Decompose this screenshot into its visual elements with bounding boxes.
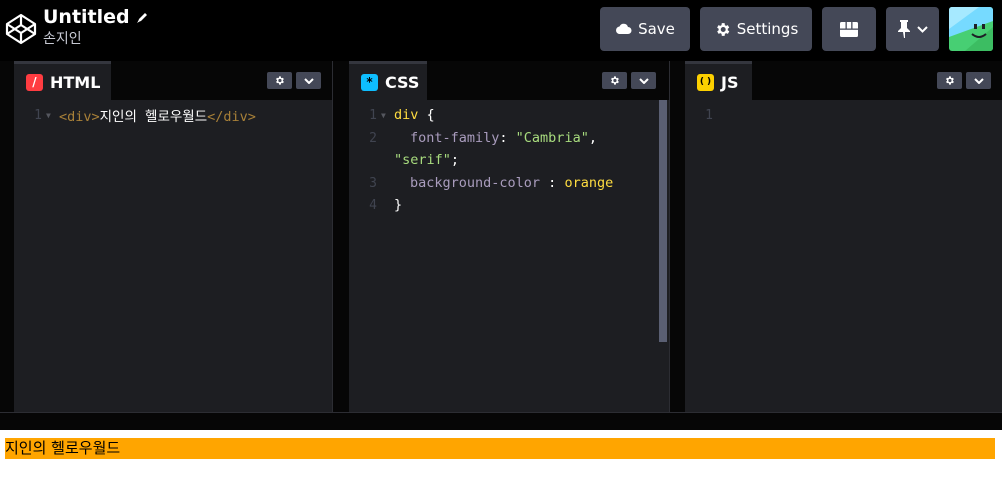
smiley-avatar-icon	[949, 7, 993, 51]
html-settings-button[interactable]	[267, 72, 292, 89]
html-code-editor[interactable]: 1 ▼ <div>지인의 헬로우월드</div>	[14, 100, 332, 412]
resize-handle-css-js[interactable]	[669, 61, 685, 412]
css-editor-pane: * CSS 1 ▼ div { 2 font-family: "Cambria"…	[349, 61, 669, 412]
pencil-icon[interactable]	[136, 11, 149, 24]
gear-icon	[276, 76, 284, 85]
css-selector: div	[394, 107, 419, 123]
pin-icon	[898, 20, 910, 38]
pen-title-block: Untitled 손지인	[43, 5, 149, 49]
html-open-tag: <div>	[59, 109, 100, 125]
js-lang-icon: ( )	[697, 73, 714, 91]
css-comma: ,	[588, 130, 597, 146]
preview-output-div: 지인의 헬로우월드	[5, 438, 995, 459]
settings-button[interactable]: Settings	[700, 7, 812, 51]
change-view-button[interactable]	[822, 7, 876, 51]
css-expand-button[interactable]	[631, 72, 656, 89]
codepen-logo-icon[interactable]	[4, 12, 38, 46]
html-text: 지인의 헬로우월드	[99, 109, 208, 125]
css-code-editor[interactable]: 1 ▼ div { 2 font-family: "Cambria", "ser…	[349, 100, 669, 412]
fold-arrow-icon[interactable]: ▼	[46, 111, 51, 120]
save-button[interactable]: Save	[600, 7, 690, 51]
css-colon: :	[540, 175, 565, 191]
html-close-tag: </div>	[207, 109, 256, 125]
resize-handle-left[interactable]	[0, 61, 14, 412]
pen-author[interactable]: 손지인	[43, 29, 149, 49]
line-number: 1	[705, 107, 713, 123]
line-number: 4	[369, 197, 377, 213]
editor-area: / HTML 1 ▼ <div>지인의 헬로우월드</div> * CSS 1 …	[0, 61, 1002, 412]
css-value: orange	[564, 175, 614, 191]
line-number: 3	[369, 175, 377, 191]
html-editor-pane: / HTML 1 ▼ <div>지인의 헬로우월드</div>	[14, 61, 332, 412]
user-avatar[interactable]	[949, 7, 993, 51]
preview-pane: 지인의 헬로우월드	[0, 430, 1002, 488]
line-number: 2	[369, 130, 377, 146]
line-number: 1	[34, 107, 42, 123]
pen-title[interactable]: Untitled	[43, 5, 130, 29]
js-editor-pane: ( ) JS 1	[685, 61, 1002, 412]
chevron-down-icon	[303, 77, 314, 84]
css-string: "serif"	[394, 152, 451, 168]
js-code-editor[interactable]: 1	[685, 100, 1002, 412]
fold-arrow-icon[interactable]: ▼	[381, 111, 386, 120]
tab-js[interactable]: ( ) JS	[685, 61, 752, 100]
layout-grid-icon	[840, 21, 858, 37]
js-tab-label: JS	[721, 72, 739, 92]
css-property: font-family	[410, 130, 500, 146]
cloud-icon	[616, 23, 632, 34]
js-expand-button[interactable]	[966, 72, 991, 89]
gear-icon	[611, 76, 619, 85]
pin-menu-button[interactable]	[886, 7, 939, 51]
js-settings-button[interactable]	[937, 72, 962, 89]
chevron-down-icon	[917, 25, 928, 33]
line-number: 1	[369, 107, 377, 123]
css-lang-icon: *	[361, 73, 378, 91]
css-string: "Cambria"	[515, 130, 589, 146]
css-colon: :	[499, 130, 516, 146]
css-close-brace: }	[394, 197, 403, 213]
css-editor-scrollbar[interactable]	[659, 100, 667, 342]
chevron-down-icon	[973, 77, 984, 84]
preview-resize-handle[interactable]	[0, 412, 1002, 430]
settings-label: Settings	[736, 20, 799, 38]
chevron-down-icon	[638, 77, 649, 84]
html-expand-button[interactable]	[296, 72, 321, 89]
css-semicolon: ;	[450, 152, 460, 168]
css-tab-label: CSS	[385, 72, 420, 92]
top-header: Untitled 손지인 Save Settings	[0, 0, 1002, 61]
html-lang-icon: /	[26, 73, 43, 91]
resize-handle-html-css[interactable]	[332, 61, 349, 412]
html-tab-label: HTML	[50, 72, 101, 92]
gear-icon	[716, 22, 730, 36]
css-settings-button[interactable]	[602, 72, 627, 89]
save-label: Save	[638, 20, 675, 38]
tab-css[interactable]: * CSS	[349, 61, 427, 100]
css-open-brace: {	[418, 107, 435, 123]
css-property: background-color	[410, 175, 541, 191]
tab-html[interactable]: / HTML	[14, 61, 111, 100]
gear-icon	[946, 76, 954, 85]
